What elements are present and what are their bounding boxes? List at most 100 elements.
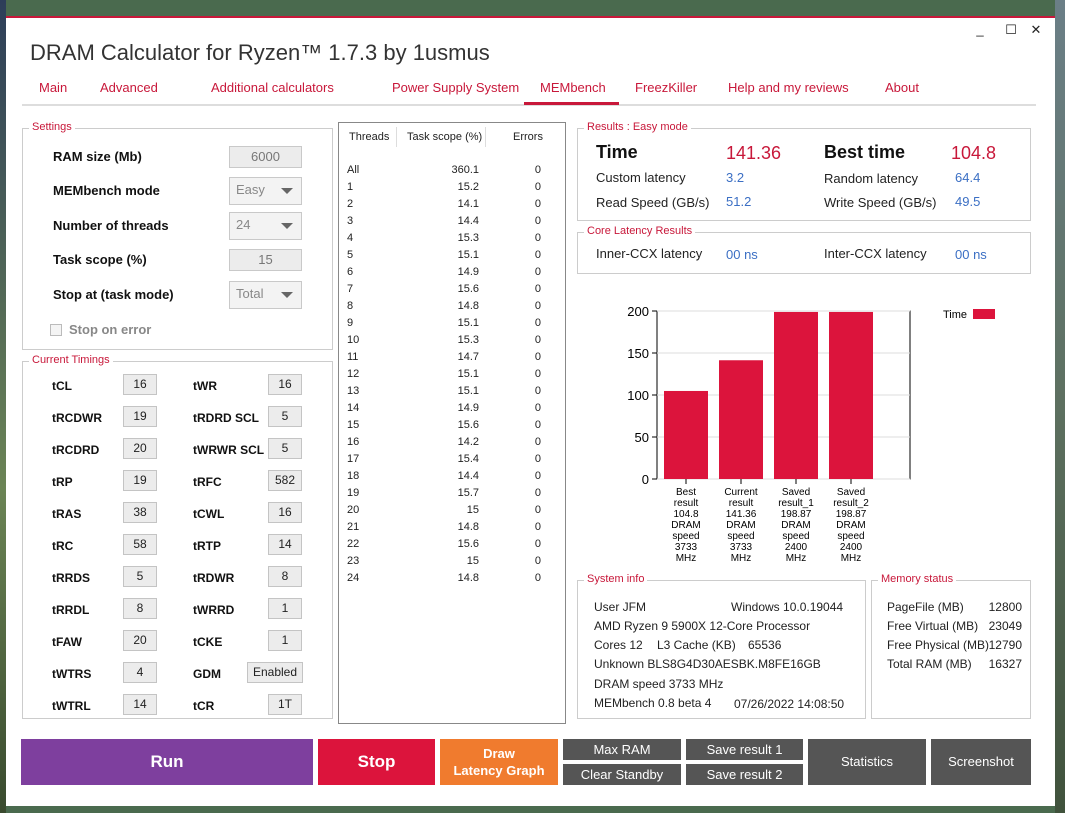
- table-row[interactable]: 8 14.8 0: [339, 300, 565, 317]
- close-button[interactable]: ✕: [1028, 22, 1044, 38]
- statistics-button[interactable]: Statistics: [808, 739, 926, 785]
- mode-select[interactable]: Easy: [229, 177, 302, 205]
- random-latency-label: Random latency: [824, 171, 918, 186]
- table-row[interactable]: 7 15.6 0: [339, 283, 565, 300]
- threads-select[interactable]: 24: [229, 212, 302, 240]
- timing-label-tcl: tCL: [52, 379, 72, 393]
- x-tick-label-line: 104.8: [673, 509, 698, 520]
- tab-additional-calculators[interactable]: Additional calculators: [211, 80, 334, 95]
- draw-latency-graph-button[interactable]: Draw Latency Graph: [440, 739, 558, 785]
- timing-value-tcr: 1T: [268, 694, 302, 715]
- table-row[interactable]: 3 14.4 0: [339, 215, 565, 232]
- thread-cell: 5: [347, 249, 354, 261]
- x-tick-label-line: 3733: [730, 542, 753, 553]
- thread-cell: 24: [347, 572, 360, 584]
- task-scope-cell: 15.6: [457, 283, 479, 295]
- timing-label-trrdl: tRRDL: [52, 603, 90, 617]
- task-scope-cell: 14.4: [457, 215, 479, 227]
- tab-power-supply-system[interactable]: Power Supply System: [392, 80, 519, 95]
- table-row[interactable]: 15 15.6 0: [339, 419, 565, 436]
- stop-button[interactable]: Stop: [318, 739, 435, 785]
- save-result-2-button[interactable]: Save result 2: [686, 764, 803, 785]
- errors-cell: 0: [534, 538, 541, 550]
- table-row[interactable]: 4 15.3 0: [339, 232, 565, 249]
- errors-cell: 0: [534, 385, 541, 397]
- tab-freezkiller[interactable]: FreezKiller: [635, 80, 697, 95]
- minimize-button[interactable]: _: [972, 22, 988, 37]
- ram-size-input[interactable]: 6000: [229, 146, 302, 168]
- stop-on-error-checkbox[interactable]: [50, 324, 62, 336]
- table-row[interactable]: 9 15.1 0: [339, 317, 565, 334]
- errors-cell: 0: [534, 283, 541, 295]
- table-row[interactable]: 16 14.2 0: [339, 436, 565, 453]
- timing-value-twrwr-scl: 5: [268, 438, 302, 459]
- table-row[interactable]: 10 15.3 0: [339, 334, 565, 351]
- thread-cell: 6: [347, 266, 354, 278]
- table-row[interactable]: 19 15.7 0: [339, 487, 565, 504]
- threads-label: Number of threads: [53, 218, 169, 233]
- tab-membench[interactable]: MEMbench: [540, 80, 606, 95]
- task-scope-cell: 14.9: [457, 266, 479, 278]
- table-row[interactable]: 11 14.7 0: [339, 351, 565, 368]
- task-scope-cell: 14.2: [457, 436, 479, 448]
- table-row[interactable]: 13 15.1 0: [339, 385, 565, 402]
- settings-group: Settings RAM size (Mb) 6000 MEMbench mod…: [22, 121, 333, 350]
- x-tick-label-line: 198.87: [781, 509, 812, 520]
- thread-cell: 13: [347, 385, 360, 397]
- column-header-errors[interactable]: Errors: [513, 131, 543, 143]
- x-tick-label: Saved result_2 198.87 DRAM speed 2400 MHz: [833, 487, 869, 564]
- task-scope-cell: 15: [466, 555, 479, 567]
- timing-label-trp: tRP: [52, 475, 73, 489]
- table-row[interactable]: 23 15 0: [339, 555, 565, 572]
- thread-cell: 9: [347, 317, 354, 329]
- timing-value-trp: 19: [123, 470, 157, 491]
- tab-help-and-reviews[interactable]: Help and my reviews: [728, 80, 849, 95]
- tab-main[interactable]: Main: [39, 80, 67, 95]
- x-tick-label-line: Saved: [837, 487, 865, 498]
- stop-at-select[interactable]: Total: [229, 281, 302, 309]
- stop-at-select-value: Total: [236, 286, 264, 301]
- core-latency-title: Core Latency Results: [584, 225, 696, 237]
- maximize-button[interactable]: ☐: [1003, 22, 1019, 38]
- task-scope-cell: 15.7: [457, 487, 479, 499]
- memory-status-value: 16327: [988, 657, 1022, 671]
- tab-advanced[interactable]: Advanced: [100, 80, 158, 95]
- table-row[interactable]: 14 14.9 0: [339, 402, 565, 419]
- errors-cell: 0: [534, 555, 541, 567]
- task-scope-cell: 15.6: [457, 419, 479, 431]
- task-scope-input[interactable]: 15: [229, 249, 302, 271]
- clear-standby-button[interactable]: Clear Standby: [563, 764, 681, 785]
- errors-cell: 0: [534, 521, 541, 533]
- threads-table[interactable]: Threads Task scope (%) Errors All 360.1 0 1…: [338, 122, 566, 724]
- random-latency-value: 64.4: [955, 170, 981, 185]
- run-button[interactable]: Run: [21, 739, 313, 785]
- column-header-threads[interactable]: Threads: [349, 131, 389, 143]
- save-result-1-button[interactable]: Save result 1: [686, 739, 803, 760]
- table-row[interactable]: 1 15.2 0: [339, 181, 565, 198]
- thread-cell: 11: [347, 351, 359, 363]
- table-row[interactable]: 2 14.1 0: [339, 198, 565, 215]
- bar-saved-result-2: [829, 311, 873, 479]
- table-row[interactable]: 22 15.6 0: [339, 538, 565, 555]
- table-row[interactable]: 5 15.1 0: [339, 249, 565, 266]
- column-header-task-scope[interactable]: Task scope (%): [407, 131, 482, 143]
- table-row[interactable]: 17 15.4 0: [339, 453, 565, 470]
- memory-status-value: 12800: [988, 600, 1022, 614]
- errors-cell: 0: [534, 215, 541, 227]
- table-row[interactable]: 24 14.8 0: [339, 572, 565, 589]
- screenshot-button[interactable]: Screenshot: [931, 739, 1031, 785]
- table-row[interactable]: 6 14.9 0: [339, 266, 565, 283]
- timing-label-tfaw: tFAW: [52, 635, 82, 649]
- x-tick-label-line: Best: [676, 487, 696, 498]
- tab-about[interactable]: About: [885, 80, 919, 95]
- table-row[interactable]: 18 14.4 0: [339, 470, 565, 487]
- table-row[interactable]: 20 15 0: [339, 504, 565, 521]
- timing-label-tcke: tCKE: [193, 635, 223, 649]
- max-ram-button[interactable]: Max RAM: [563, 739, 681, 760]
- table-row[interactable]: 21 14.8 0: [339, 521, 565, 538]
- timing-value-twtrs: 4: [123, 662, 157, 683]
- x-tick-label: Saved result_1 198.87 DRAM speed 2400 MHz: [778, 487, 814, 564]
- table-row[interactable]: 12 15.1 0: [339, 368, 565, 385]
- table-row[interactable]: All 360.1 0: [339, 164, 565, 181]
- memory-status-label: Free Physical (MB): [887, 638, 990, 652]
